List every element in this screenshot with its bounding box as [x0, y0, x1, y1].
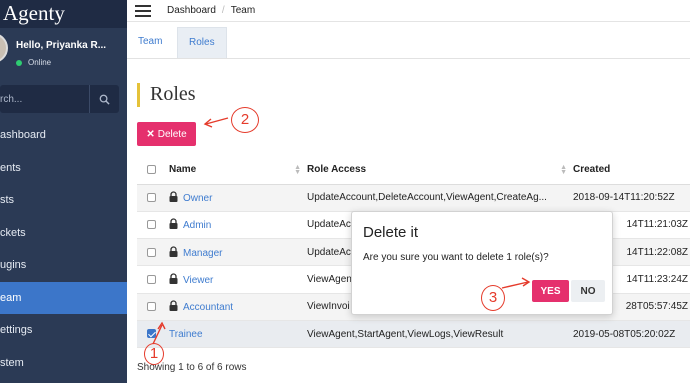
sidebar-item-plugins[interactable]: ugins — [0, 249, 127, 282]
role-name-link[interactable]: Accountant — [183, 302, 233, 313]
column-name[interactable]: Name ▲ ▼ — [157, 156, 307, 185]
menu-toggle-icon[interactable] — [135, 5, 151, 17]
column-access-label: Role Access — [307, 164, 367, 176]
annotation-marker-3: 3 — [481, 285, 505, 311]
lock-icon — [169, 300, 178, 312]
confirm-yes-button[interactable]: YES — [532, 280, 569, 302]
dialog-title: Delete it — [363, 224, 419, 241]
sidebar-item-dashboard[interactable]: ashboard — [0, 119, 127, 152]
search-button[interactable] — [89, 85, 119, 113]
confirm-no-button[interactable]: NO — [571, 280, 605, 302]
sort-icon: ▲ ▼ — [294, 164, 301, 176]
sidebar-item-team[interactable]: eam — [0, 281, 127, 314]
lock-icon — [169, 218, 178, 230]
sidebar-item-system[interactable]: stem — [0, 347, 127, 380]
avatar[interactable] — [0, 33, 8, 63]
lock-icon — [169, 246, 178, 257]
annotation-marker-2: 2 — [231, 107, 259, 133]
sidebar-item-settings[interactable]: ettings — [0, 314, 127, 347]
sidebar-item-tickets[interactable]: ckets — [0, 217, 127, 250]
table-row: Trainee ViewAgent,StartAgent,ViewLogs,Vi… — [137, 320, 690, 349]
role-name-link[interactable]: Viewer — [183, 275, 213, 286]
brand-logo: Agenty — [0, 0, 127, 28]
sidebar-item-lists[interactable]: sts — [0, 184, 127, 217]
sidebar: Agenty Hello, Priyanka R... Online ashbo… — [0, 0, 127, 383]
dialog-message: Are you sure you want to delete 1 role(s… — [363, 252, 549, 263]
close-icon: ✕ — [146, 128, 155, 140]
role-name-link[interactable]: Trainee — [169, 329, 203, 340]
row-checkbox[interactable] — [147, 274, 156, 284]
role-name-link[interactable]: Admin — [183, 220, 211, 231]
sidebar-item-agents[interactable]: ents — [0, 152, 127, 185]
table-header-row: Name ▲ ▼ Role Access ▲ ▼ Created — [137, 156, 690, 185]
column-name-label: Name — [169, 164, 197, 176]
annotation-marker-1: 1 — [144, 343, 164, 365]
lock-icon — [169, 191, 178, 203]
row-checkbox[interactable] — [147, 329, 156, 339]
page-title: Roles — [137, 83, 196, 107]
user-profile: Hello, Priyanka R... Online — [0, 28, 127, 76]
delete-label: Delete — [157, 128, 187, 140]
select-all-checkbox[interactable] — [147, 165, 156, 175]
delete-button[interactable]: ✕ Delete — [137, 122, 196, 146]
column-access[interactable]: Role Access ▲ ▼ — [307, 156, 573, 185]
online-status: Online — [16, 58, 51, 67]
row-checkbox[interactable] — [147, 247, 156, 257]
online-label: Online — [28, 58, 52, 67]
row-checkbox[interactable] — [147, 193, 156, 202]
row-checkbox[interactable] — [147, 302, 156, 312]
sidebar-nav: ashboard ents sts ckets ugins eam etting… — [0, 119, 127, 379]
select-all-cell — [137, 156, 157, 185]
breadcrumb-dashboard[interactable]: Dashboard — [167, 5, 216, 16]
search-icon — [99, 94, 110, 105]
tab-roles[interactable]: Roles — [177, 27, 227, 58]
created-cell: 2018-09-14T11:20:52Z — [573, 184, 690, 212]
column-created[interactable]: Created — [573, 156, 690, 185]
tab-team[interactable]: Team — [127, 27, 173, 58]
lock-icon — [169, 273, 178, 285]
breadcrumb: Dashboard / Team — [167, 5, 256, 16]
breadcrumb-team: Team — [230, 5, 256, 16]
role-name-link[interactable]: Manager — [183, 248, 222, 259]
role-access-cell: ViewAgent,StartAgent,ViewLogs,ViewResult — [307, 320, 573, 349]
tab-bar: Team Roles — [127, 27, 690, 59]
column-created-label: Created — [573, 164, 611, 176]
table-row: Owner UpdateAccount,DeleteAccount,ViewAg… — [137, 184, 690, 212]
sidebar-search — [0, 85, 119, 113]
row-checkbox[interactable] — [147, 220, 156, 230]
search-input[interactable] — [0, 85, 88, 113]
user-greeting: Hello, Priyanka R... — [16, 40, 107, 51]
online-dot-icon — [16, 59, 22, 66]
role-access-cell: UpdateAccount,DeleteAccount,ViewAgent,Cr… — [307, 184, 573, 212]
created-cell: 2019-05-08T05:20:02Z — [573, 320, 690, 349]
sort-icon: ▲ ▼ — [560, 164, 567, 176]
role-name-link[interactable]: Owner — [183, 193, 212, 204]
top-bar: Dashboard / Team — [127, 0, 690, 22]
